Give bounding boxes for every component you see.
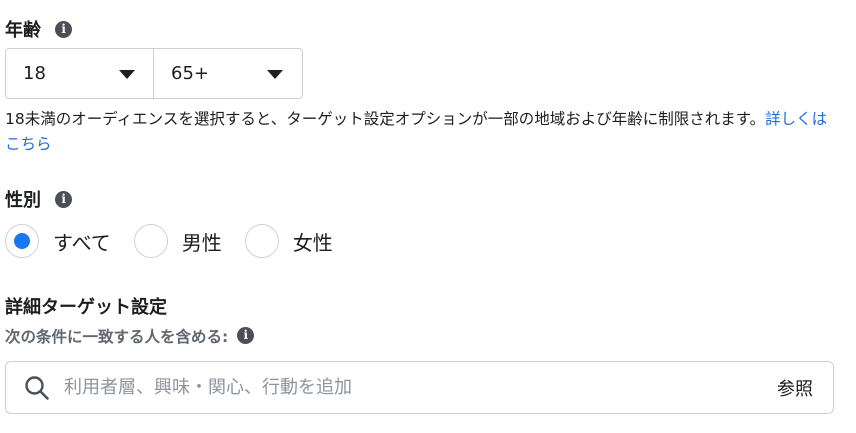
age-max-value: 65+	[171, 63, 209, 84]
radio-button[interactable]	[5, 224, 39, 258]
age-min-value: 18	[23, 63, 46, 84]
search-icon	[25, 375, 49, 400]
info-icon[interactable]: i	[55, 191, 73, 208]
info-icon[interactable]: i	[237, 327, 255, 344]
gender-heading: 性別	[5, 190, 41, 211]
age-heading: 年齢	[5, 20, 41, 41]
gender-option-label: すべて	[53, 230, 111, 255]
age-help-message: 18未満のオーディエンスを選択すると、ターゲット設定オプションが一部の地域および…	[5, 110, 766, 128]
gender-option-female[interactable]: 女性	[244, 224, 333, 258]
info-icon[interactable]: i	[55, 21, 73, 38]
caret-down-icon	[267, 70, 283, 79]
age-range-selector: 18 65+	[5, 48, 303, 99]
gender-option-male[interactable]: 男性	[133, 224, 222, 258]
age-help-text: 18未満のオーディエンスを選択すると、ターゲット設定オプションが一部の地域および…	[5, 107, 835, 157]
radio-button[interactable]	[244, 224, 279, 258]
radio-button[interactable]	[133, 224, 168, 258]
gender-section: 性別 i	[5, 186, 73, 212]
gender-radio-group: すべて 男性 女性	[5, 222, 356, 260]
detailed-targeting-search: 参照	[5, 361, 834, 414]
include-criteria-label: 次の条件に一致する人を含める:	[5, 328, 229, 346]
detailed-targeting-input[interactable]	[64, 377, 744, 398]
age-max-dropdown[interactable]: 65+	[154, 49, 302, 98]
caret-down-icon	[119, 70, 135, 79]
age-min-dropdown[interactable]: 18	[6, 49, 154, 98]
gender-option-label: 男性	[181, 230, 222, 255]
gender-option-all[interactable]: すべて	[5, 224, 111, 258]
browse-button[interactable]: 参照	[777, 375, 813, 401]
detailed-targeting-heading: 詳細ターゲット設定	[5, 297, 167, 318]
age-section: 年齢 i	[5, 16, 73, 42]
gender-option-label: 女性	[292, 230, 333, 255]
include-criteria-row: 次の条件に一致する人を含める: i	[5, 325, 255, 347]
